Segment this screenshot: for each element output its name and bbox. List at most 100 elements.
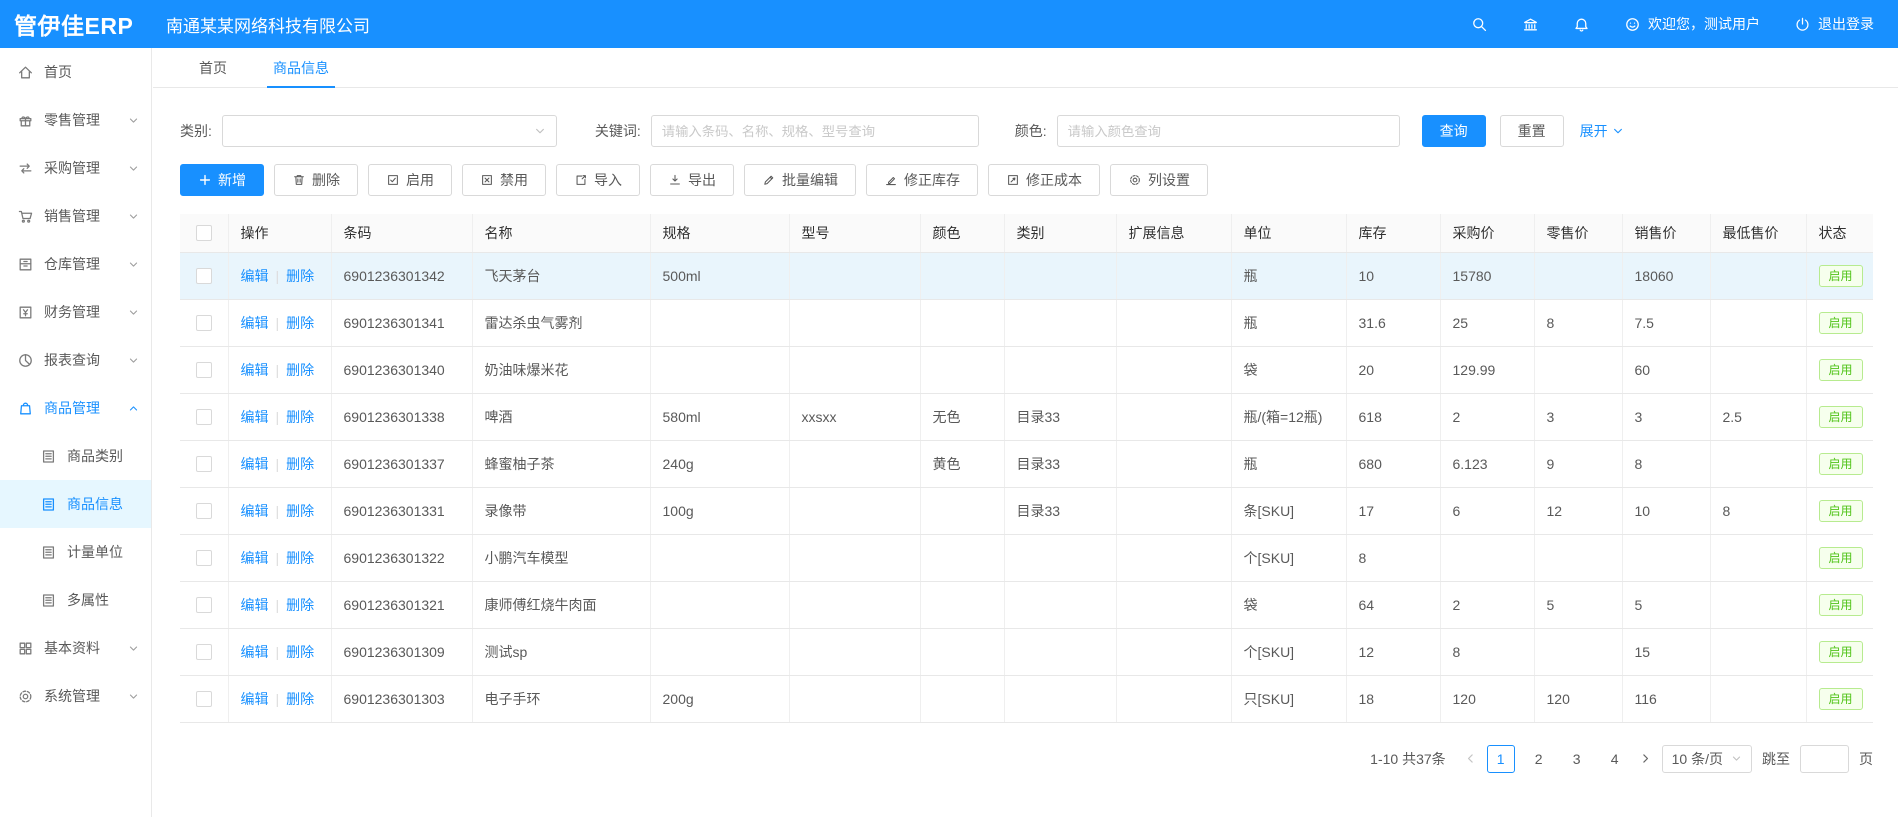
cell-purchase: 120	[1440, 675, 1534, 722]
row-checkbox[interactable]	[196, 362, 212, 378]
cell-unit: 只[SKU]	[1231, 675, 1346, 722]
logout-icon	[1794, 16, 1811, 33]
cell-category	[1004, 252, 1116, 299]
delete-link[interactable]: 删除	[286, 644, 314, 660]
import-button[interactable]: 导入	[556, 164, 640, 196]
user-welcome[interactable]: 欢迎您，测试用户	[1624, 14, 1760, 34]
button-label: 修正成本	[1026, 170, 1082, 190]
sidebar-item-goods-info[interactable]: 商品信息	[0, 480, 151, 528]
page-button-2[interactable]: 2	[1525, 745, 1553, 773]
reset-button[interactable]: 重置	[1500, 115, 1564, 147]
delete-link[interactable]: 删除	[286, 362, 314, 378]
expand-toggle[interactable]: 展开	[1580, 121, 1624, 141]
sidebar-item-home[interactable]: 首页	[0, 48, 151, 96]
cell-retail	[1534, 252, 1622, 299]
cell-retail	[1534, 534, 1622, 581]
edit-link[interactable]: 编辑	[241, 409, 269, 425]
cell-sale: 116	[1622, 675, 1710, 722]
row-checkbox[interactable]	[196, 550, 212, 566]
sidebar-item-goods-category[interactable]: 商品类别	[0, 432, 151, 480]
status-badge: 启用	[1819, 688, 1863, 710]
color-input[interactable]	[1057, 115, 1400, 147]
search-icon[interactable]	[1471, 16, 1488, 33]
sidebar-item-sales[interactable]: 销售管理	[0, 192, 151, 240]
delete-link[interactable]: 删除	[286, 691, 314, 707]
sidebar-item-report[interactable]: 报表查询	[0, 336, 151, 384]
logout-text: 退出登录	[1818, 14, 1874, 34]
search-button[interactable]: 查询	[1422, 115, 1486, 147]
delete-link[interactable]: 删除	[286, 268, 314, 284]
sidebar-item-retail[interactable]: 零售管理	[0, 96, 151, 144]
row-checkbox[interactable]	[196, 456, 212, 472]
page-size-select[interactable]: 10 条/页	[1662, 745, 1752, 773]
sidebar-item-unit[interactable]: 计量单位	[0, 528, 151, 576]
cell-spec: 100g	[650, 487, 789, 534]
platform-icon[interactable]	[1522, 16, 1539, 33]
logout-button[interactable]: 退出登录	[1794, 14, 1874, 34]
row-checkbox[interactable]	[196, 691, 212, 707]
fix-stock-button[interactable]: 修正库存	[866, 164, 978, 196]
notification-bell-icon[interactable]	[1573, 16, 1590, 33]
delete-link[interactable]: 删除	[286, 597, 314, 613]
sidebar-item-finance[interactable]: 财务管理	[0, 288, 151, 336]
delete-link[interactable]: 删除	[286, 315, 314, 331]
row-checkbox[interactable]	[196, 268, 212, 284]
cell-retail: 9	[1534, 440, 1622, 487]
edit-link[interactable]: 编辑	[241, 644, 269, 660]
sidebar-item-warehouse[interactable]: 仓库管理	[0, 240, 151, 288]
column-header: 最低售价	[1710, 214, 1806, 252]
select-all-checkbox[interactable]	[196, 225, 212, 241]
page-button-4[interactable]: 4	[1601, 745, 1629, 773]
row-checkbox[interactable]	[196, 315, 212, 331]
sales-icon	[17, 208, 34, 225]
cell-ext	[1116, 346, 1231, 393]
sidebar-item-goods[interactable]: 商品管理	[0, 384, 151, 432]
cell-color: 黄色	[920, 440, 1004, 487]
delete-link[interactable]: 删除	[286, 409, 314, 425]
export-button[interactable]: 导出	[650, 164, 734, 196]
page-button-1[interactable]: 1	[1487, 745, 1515, 773]
column-header: 条码	[331, 214, 472, 252]
tab-home[interactable]: 首页	[187, 48, 239, 87]
sidebar-item-purchase[interactable]: 采购管理	[0, 144, 151, 192]
add-button[interactable]: 新增	[180, 164, 264, 196]
delete-link[interactable]: 删除	[286, 456, 314, 472]
next-page-icon[interactable]	[1639, 752, 1652, 765]
app-header: 管伊佳ERP 南通某某网络科技有限公司 欢迎您，测试用户 退出登录	[0, 0, 1898, 48]
column-settings-button[interactable]: 列设置	[1110, 164, 1208, 196]
status-badge: 启用	[1819, 500, 1863, 522]
delete-button[interactable]: 删除	[274, 164, 358, 196]
link-divider: |	[276, 550, 280, 566]
fix-cost-button[interactable]: 修正成本	[988, 164, 1100, 196]
edit-link[interactable]: 编辑	[241, 456, 269, 472]
edit-link[interactable]: 编辑	[241, 315, 269, 331]
edit-link[interactable]: 编辑	[241, 362, 269, 378]
edit-link[interactable]: 编辑	[241, 691, 269, 707]
delete-link[interactable]: 删除	[286, 503, 314, 519]
row-checkbox[interactable]	[196, 644, 212, 660]
delete-link[interactable]: 删除	[286, 550, 314, 566]
category-select[interactable]	[222, 115, 557, 147]
prev-page-icon[interactable]	[1464, 752, 1477, 765]
edit-link[interactable]: 编辑	[241, 550, 269, 566]
edit-link[interactable]: 编辑	[241, 268, 269, 284]
row-checkbox[interactable]	[196, 503, 212, 519]
row-checkbox[interactable]	[196, 597, 212, 613]
sidebar-item-system[interactable]: 系统管理	[0, 672, 151, 720]
column-header: 状态	[1806, 214, 1873, 252]
keyword-input[interactable]	[651, 115, 979, 147]
enable-button[interactable]: 启用	[368, 164, 452, 196]
batch-edit-button[interactable]: 批量编辑	[744, 164, 856, 196]
sidebar-item-basic-data[interactable]: 基本资料	[0, 624, 151, 672]
edit-link[interactable]: 编辑	[241, 503, 269, 519]
sidebar: 首页零售管理采购管理销售管理仓库管理财务管理报表查询商品管理商品类别商品信息计量…	[0, 48, 152, 817]
tab-goods-info[interactable]: 商品信息	[261, 48, 341, 87]
jump-page-input[interactable]	[1800, 745, 1849, 773]
sidebar-item-attributes[interactable]: 多属性	[0, 576, 151, 624]
status-badge: 启用	[1819, 641, 1863, 663]
edit-link[interactable]: 编辑	[241, 597, 269, 613]
disable-button[interactable]: 禁用	[462, 164, 546, 196]
page-button-3[interactable]: 3	[1563, 745, 1591, 773]
cell-barcode: 6901236301309	[331, 628, 472, 675]
row-checkbox[interactable]	[196, 409, 212, 425]
